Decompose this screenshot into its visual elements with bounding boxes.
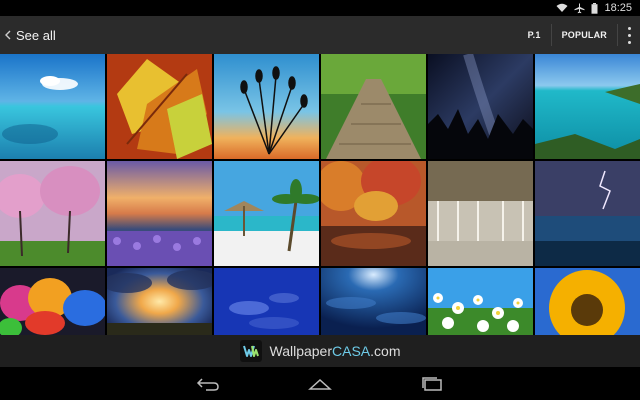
- wallpaper-tile-white-daisies[interactable]: [428, 268, 533, 335]
- battery-icon: [591, 2, 598, 14]
- wallpaper-tile-pink-blossom-orchard[interactable]: [0, 161, 105, 266]
- wallpaper-tile-lightning-over-sea[interactable]: [535, 161, 640, 266]
- wallpaper-tile-sunflower[interactable]: [535, 268, 640, 335]
- brand-name-highlight: CASA: [332, 343, 371, 359]
- wallpaper-tile-beach-umbrella-palm[interactable]: [214, 161, 319, 266]
- wallpaper-tile-wooden-forest-path[interactable]: [321, 54, 426, 159]
- brand-name: WallpaperCASA.com: [270, 343, 401, 359]
- brand-name-prefix: Wallpaper: [269, 343, 333, 359]
- system-navigation-bar: [0, 367, 640, 400]
- status-bar: 18:25: [0, 0, 640, 16]
- wallpaper-tile-plant-silhouette-sunset[interactable]: [214, 54, 319, 159]
- nav-recents-icon[interactable]: [415, 371, 449, 397]
- brand-name-suffix: .com: [370, 343, 401, 359]
- wifi-icon: [556, 3, 568, 13]
- wallpaper-tile-turquoise-bay[interactable]: [535, 54, 640, 159]
- overflow-menu-icon[interactable]: [618, 16, 640, 54]
- status-icons: 18:25: [556, 2, 632, 14]
- app-bar: See all P.1 POPULAR: [0, 16, 640, 54]
- wallpaper-tile-blue-cloud-sky[interactable]: [214, 268, 319, 335]
- wallpaper-grid: [0, 54, 640, 335]
- wallpaper-tile-dark-blue-cloudscape[interactable]: [321, 268, 426, 335]
- see-all-back-button[interactable]: See all: [2, 16, 56, 54]
- wallpaper-tile-autumn-leaves[interactable]: [107, 54, 212, 159]
- wallpaper-tile-colorful-flowers[interactable]: [0, 268, 105, 335]
- wallpaper-tile-tropical-lagoon[interactable]: [0, 54, 105, 159]
- wallpaper-tile-lavender-lake-sunset[interactable]: [107, 161, 212, 266]
- app-bar-actions: P.1 POPULAR: [518, 16, 640, 54]
- nav-home-icon[interactable]: [303, 371, 337, 397]
- wallpaper-tile-sunburst-clouds[interactable]: [107, 268, 212, 335]
- wallpaper-tile-waterfall[interactable]: [428, 161, 533, 266]
- brand-banner[interactable]: WallpaperCASA.com: [0, 335, 640, 367]
- wallpaper-tile-autumn-forest-reflection[interactable]: [321, 161, 426, 266]
- sort-popular-button[interactable]: POPULAR: [552, 16, 617, 54]
- page-indicator-button[interactable]: P.1: [518, 16, 551, 54]
- wallpaper-tile-night-sky-trees[interactable]: [428, 54, 533, 159]
- wallpapercasa-logo-icon: [239, 340, 262, 362]
- chevron-left-icon: [2, 16, 14, 54]
- clock-time: 18:25: [604, 2, 632, 14]
- airplane-icon: [574, 3, 585, 14]
- nav-back-icon[interactable]: [191, 371, 225, 397]
- see-all-label: See all: [16, 27, 56, 43]
